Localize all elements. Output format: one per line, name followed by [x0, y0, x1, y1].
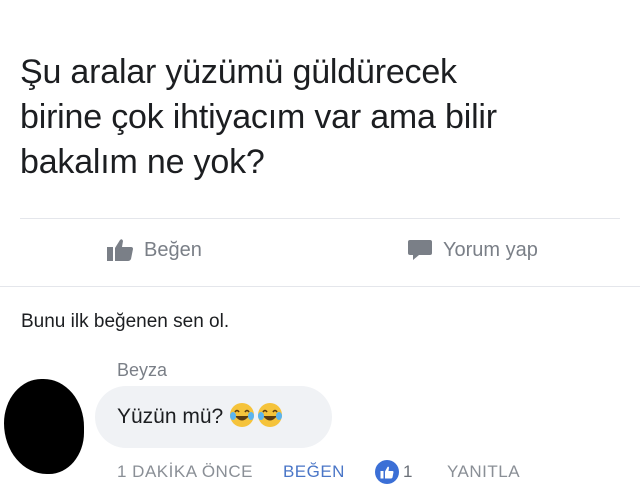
- likes-summary: Bunu ilk beğenen sen ol.: [21, 311, 230, 332]
- actions-divider: [0, 286, 640, 287]
- comment-action-button[interactable]: Yorum yap: [407, 238, 538, 262]
- comment-icon: [407, 238, 433, 262]
- like-badge-icon: [374, 460, 399, 484]
- thumbs-up-icon: [106, 238, 134, 262]
- like-action-button[interactable]: Beğen: [106, 238, 202, 262]
- face-with-tears-of-joy-icon: [229, 402, 255, 433]
- comment-action-label: Yorum yap: [443, 238, 538, 261]
- comment-bubble: Yüzün mü?: [95, 386, 332, 448]
- comment-like-count[interactable]: 1: [374, 460, 413, 484]
- comment-reply-link[interactable]: YANITLA: [447, 462, 520, 482]
- avatar[interactable]: [4, 379, 84, 474]
- face-with-tears-of-joy-icon: [257, 402, 283, 433]
- post-divider: [20, 218, 620, 219]
- like-action-label: Beğen: [144, 238, 202, 261]
- comment-meta: 1 DAKİKA ÖNCE BEĞEN 1 YANITLA: [117, 460, 520, 484]
- like-count-value: 1: [402, 462, 413, 481]
- comment-author[interactable]: Beyza: [117, 360, 167, 381]
- comment-text: Yüzün mü?: [117, 405, 224, 428]
- comment-like-link[interactable]: BEĞEN: [283, 462, 345, 482]
- post-text: Şu aralar yüzümü güldürecek birine çok i…: [20, 53, 497, 181]
- comment-timestamp: 1 DAKİKA ÖNCE: [117, 462, 253, 481]
- post-actions-bar: Beğen Yorum yap: [0, 232, 640, 272]
- emoji-group: [229, 402, 283, 433]
